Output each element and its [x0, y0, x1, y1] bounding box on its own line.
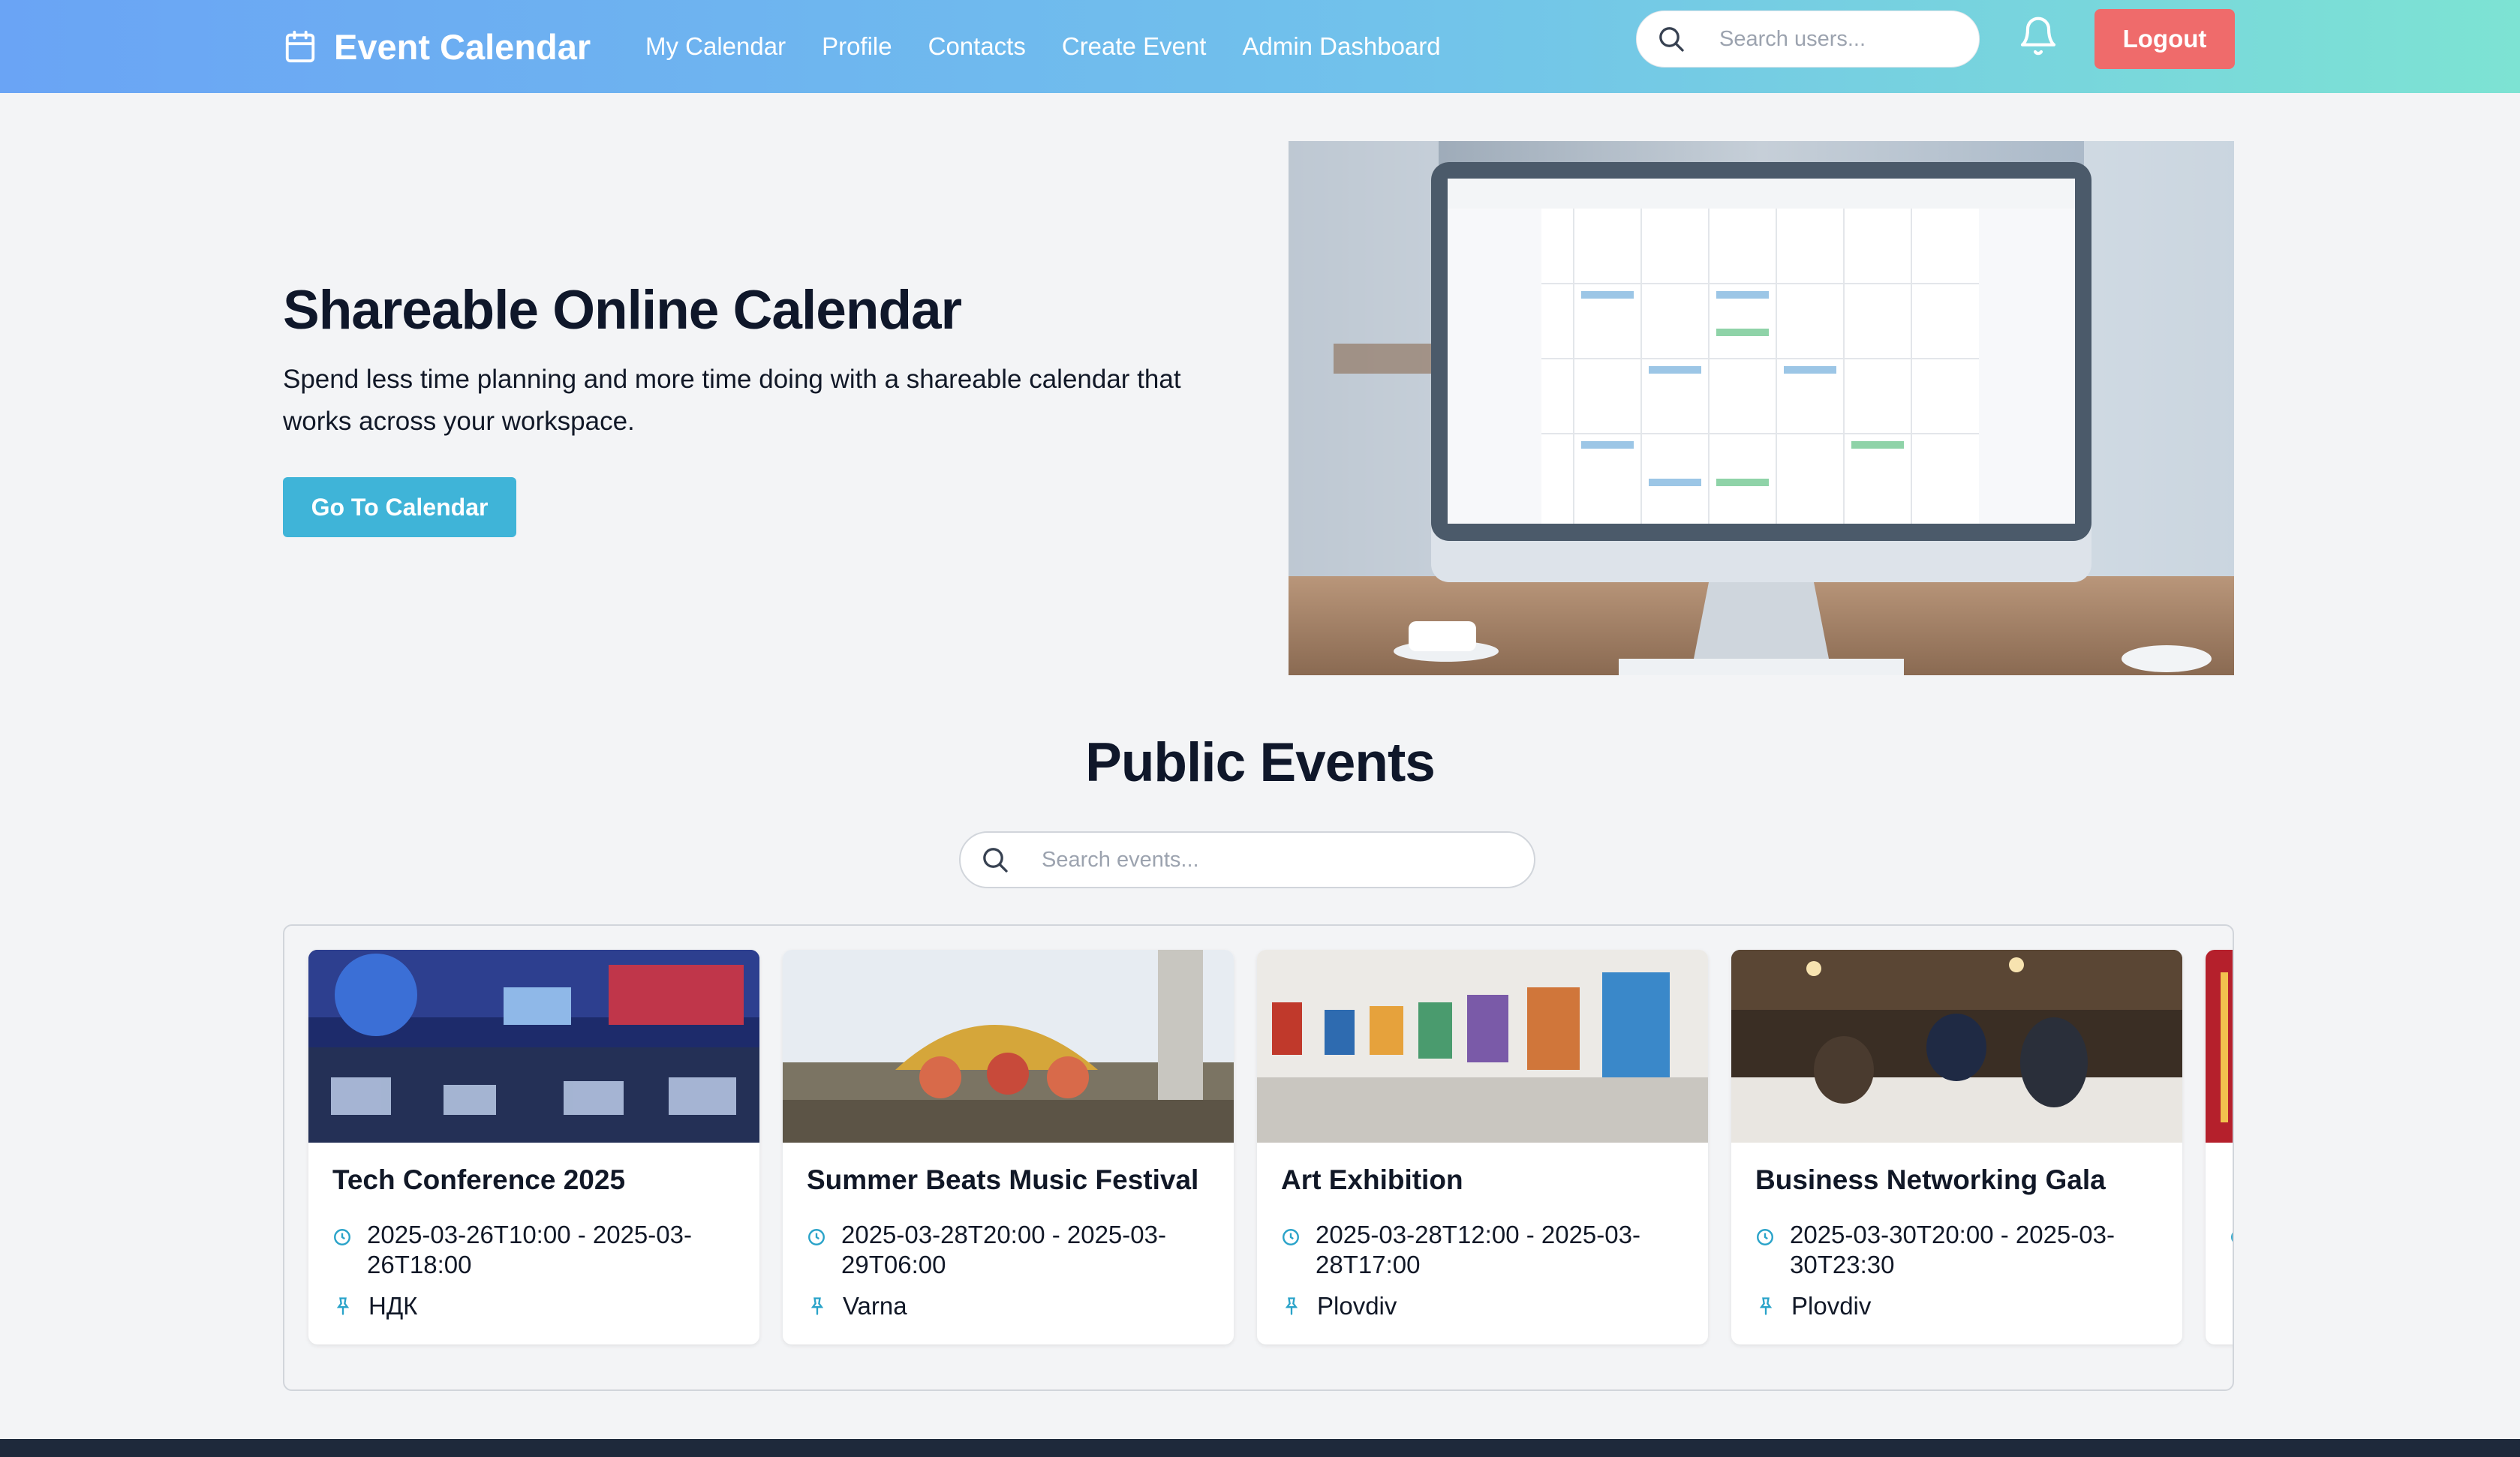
- brand-link[interactable]: Event Calendar: [283, 17, 591, 77]
- event-location-text: Varna: [843, 1292, 907, 1320]
- event-title: Tech Conference 2025: [332, 1164, 626, 1195]
- nav-link-create-event[interactable]: Create Event: [1062, 32, 1207, 61]
- user-search-input[interactable]: [1719, 26, 1959, 52]
- event-time-text: 2025-03-28T12:00 - 2025-03-28T17:00: [1316, 1221, 1640, 1278]
- event-image: [783, 950, 1234, 1143]
- logout-button[interactable]: Logout: [2094, 9, 2235, 69]
- clock-icon: [1283, 1229, 1299, 1245]
- nav-link-profile[interactable]: Profile: [822, 32, 892, 61]
- public-events-title: Public Events: [1085, 732, 1436, 793]
- event-location-text: Plovdiv: [1317, 1292, 1397, 1320]
- event-time-text: 2025-03-28T20:00 - 2025-03-29T06:00: [841, 1221, 1166, 1278]
- user-search-box: [1636, 11, 1980, 68]
- event-time-text: 2025-03-30T20:00 - 2025-03-30T23:30: [1790, 1221, 2115, 1278]
- event-search-input[interactable]: [1042, 847, 1492, 873]
- event-title: Business Networking Gala: [1755, 1164, 2106, 1195]
- nav-link-admin-dashboard[interactable]: Admin Dashboard: [1242, 32, 1440, 61]
- go-to-calendar-button[interactable]: Go To Calendar: [283, 477, 516, 537]
- bell-icon[interactable]: [2017, 15, 2059, 57]
- hero-image: [1289, 141, 2234, 675]
- top-navbar: Event Calendar My Calendar Profile Conta…: [0, 0, 2520, 93]
- pin-icon: [810, 1297, 824, 1315]
- main-nav: My Calendar Profile Contacts Create Even…: [645, 17, 1441, 77]
- clock-icon: [2231, 1232, 2233, 1242]
- clock-icon: [808, 1229, 825, 1245]
- pin-icon: [1759, 1297, 1773, 1315]
- event-location: Plovdiv: [1281, 1292, 1397, 1320]
- nav-link-contacts[interactable]: Contacts: [928, 32, 1026, 61]
- footer: [0, 1439, 2520, 1457]
- event-title: Summer Beats Music Festival: [807, 1164, 1199, 1195]
- nav-link-my-calendar[interactable]: My Calendar: [645, 32, 786, 61]
- clock-icon: [334, 1229, 350, 1245]
- event-image: [2206, 950, 2233, 1143]
- brand-title: Event Calendar: [334, 26, 591, 67]
- event-time: [2230, 1220, 2233, 1247]
- event-time: 2025-03-26T10:00 - 2025-03-26T18:00: [332, 1220, 738, 1280]
- pin-icon: [1285, 1297, 1298, 1315]
- event-time: 2025-03-30T20:00 - 2025-03-30T23:30: [1755, 1220, 2161, 1280]
- event-location: НДК: [332, 1292, 417, 1320]
- pin-icon: [336, 1297, 350, 1315]
- event-card[interactable]: Art Exhibition 2025-03-28T12:00 - 2025-0…: [1257, 950, 1708, 1344]
- search-icon: [1659, 27, 1684, 52]
- event-search-box: [959, 831, 1535, 888]
- calendar-icon: [285, 30, 315, 63]
- event-location-text: НДК: [368, 1292, 418, 1320]
- hero-title: Shareable Online Calendar: [283, 280, 962, 341]
- hero-subtitle: Spend less time planning and more time d…: [283, 365, 1181, 436]
- search-icon: [983, 848, 1008, 873]
- event-card[interactable]: Business Networking Gala 2025-03-30T20:0…: [1731, 950, 2182, 1344]
- events-carousel[interactable]: Tech Conference 2025 2025-03-26T10:00 - …: [283, 924, 2234, 1391]
- event-card-partial[interactable]: [2206, 950, 2233, 1344]
- event-location: Varna: [807, 1292, 907, 1320]
- event-time-text: 2025-03-26T10:00 - 2025-03-26T18:00: [367, 1221, 692, 1278]
- event-card[interactable]: Tech Conference 2025 2025-03-26T10:00 - …: [308, 950, 759, 1344]
- event-card[interactable]: Summer Beats Music Festival 2025-03-28T2…: [783, 950, 1234, 1344]
- event-image: [308, 950, 759, 1143]
- event-image: [1731, 950, 2182, 1143]
- event-time: 2025-03-28T20:00 - 2025-03-29T06:00: [807, 1220, 1212, 1280]
- event-title: Art Exhibition: [1281, 1164, 1463, 1195]
- event-location: Plovdiv: [1755, 1292, 1871, 1320]
- event-image: [1257, 950, 1708, 1143]
- event-time: 2025-03-28T12:00 - 2025-03-28T17:00: [1281, 1220, 1686, 1280]
- clock-icon: [1757, 1229, 1773, 1245]
- event-location-text: Plovdiv: [1791, 1292, 1872, 1320]
